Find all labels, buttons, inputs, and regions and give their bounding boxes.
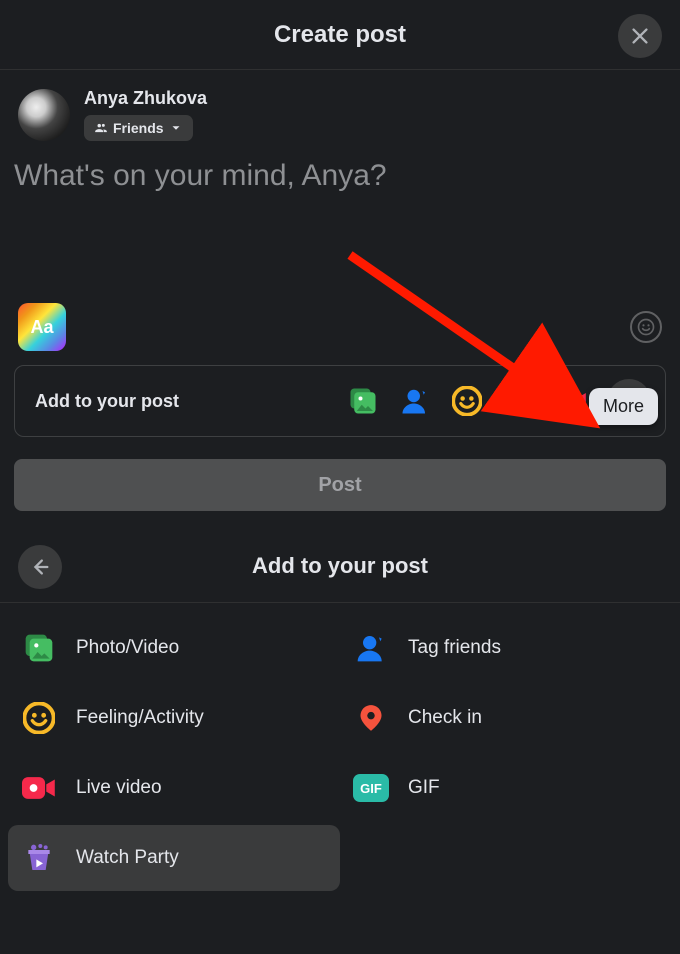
emoji-picker-button[interactable] <box>630 311 662 343</box>
more-tooltip: More <box>589 388 658 425</box>
add-to-post-bar: Add to your post <box>14 365 666 437</box>
post-button-label: Post <box>318 474 361 497</box>
composer-placeholder: What's on your mind, Anya? <box>14 159 662 193</box>
option-label: Watch Party <box>76 847 179 869</box>
close-icon <box>629 25 651 47</box>
dialog-header: Create post <box>0 0 680 70</box>
option-label: Photo/Video <box>76 637 179 659</box>
option-label: Live video <box>76 777 162 799</box>
user-row: Anya Zhukova Friends <box>0 70 680 153</box>
friends-icon <box>94 121 108 135</box>
option-label: Feeling/Activity <box>76 707 204 729</box>
feeling-icon <box>23 702 55 734</box>
live-video-button[interactable] <box>555 385 587 417</box>
post-composer[interactable]: What's on your mind, Anya? <box>0 153 680 303</box>
feeling-icon <box>452 386 482 416</box>
avatar[interactable] <box>18 89 70 141</box>
tag-person-icon <box>400 386 430 416</box>
back-arrow-icon <box>29 556 51 578</box>
post-button[interactable]: Post <box>14 459 666 511</box>
checkin-button[interactable] <box>503 385 535 417</box>
photo-video-button[interactable] <box>347 385 379 417</box>
tag-friends-button[interactable] <box>399 385 431 417</box>
bg-chip-label: Aa <box>30 317 53 338</box>
add-to-post-label: Add to your post <box>35 391 179 412</box>
background-picker[interactable]: Aa <box>18 303 66 351</box>
gif-icon: GIF <box>353 774 389 802</box>
chevron-down-icon <box>169 121 183 135</box>
live-video-icon <box>555 389 587 413</box>
option-tag-friends[interactable]: Tag friends <box>340 615 672 681</box>
add-to-post-panel-title: Add to your post <box>252 553 428 579</box>
option-live-video[interactable]: Live video <box>8 755 340 821</box>
dialog-title: Create post <box>274 21 406 49</box>
user-name: Anya Zhukova <box>84 88 207 109</box>
privacy-selector[interactable]: Friends <box>84 115 193 141</box>
close-button[interactable] <box>618 14 662 58</box>
add-to-post-panel-header: Add to your post <box>0 529 680 603</box>
location-icon <box>506 385 532 417</box>
feeling-button[interactable] <box>451 385 483 417</box>
option-label: GIF <box>408 777 440 799</box>
option-gif[interactable]: GIF GIF <box>340 755 672 821</box>
smile-icon <box>636 317 656 337</box>
option-feeling[interactable]: Feeling/Activity <box>8 685 340 751</box>
location-icon <box>357 701 385 735</box>
option-label: Check in <box>408 707 482 729</box>
tag-person-icon <box>355 632 387 664</box>
option-watch-party[interactable]: Watch Party <box>8 825 340 891</box>
watch-party-icon <box>23 842 55 874</box>
photo-icon <box>23 632 55 664</box>
add-to-post-grid: Photo/Video Tag friends Feeling/Activity <box>0 603 680 903</box>
option-photo-video[interactable]: Photo/Video <box>8 615 340 681</box>
option-checkin[interactable]: Check in <box>340 685 672 751</box>
photo-icon <box>348 386 378 416</box>
privacy-label: Friends <box>113 120 164 136</box>
back-button[interactable] <box>18 545 62 589</box>
option-label: Tag friends <box>408 637 501 659</box>
live-video-icon <box>22 775 56 801</box>
